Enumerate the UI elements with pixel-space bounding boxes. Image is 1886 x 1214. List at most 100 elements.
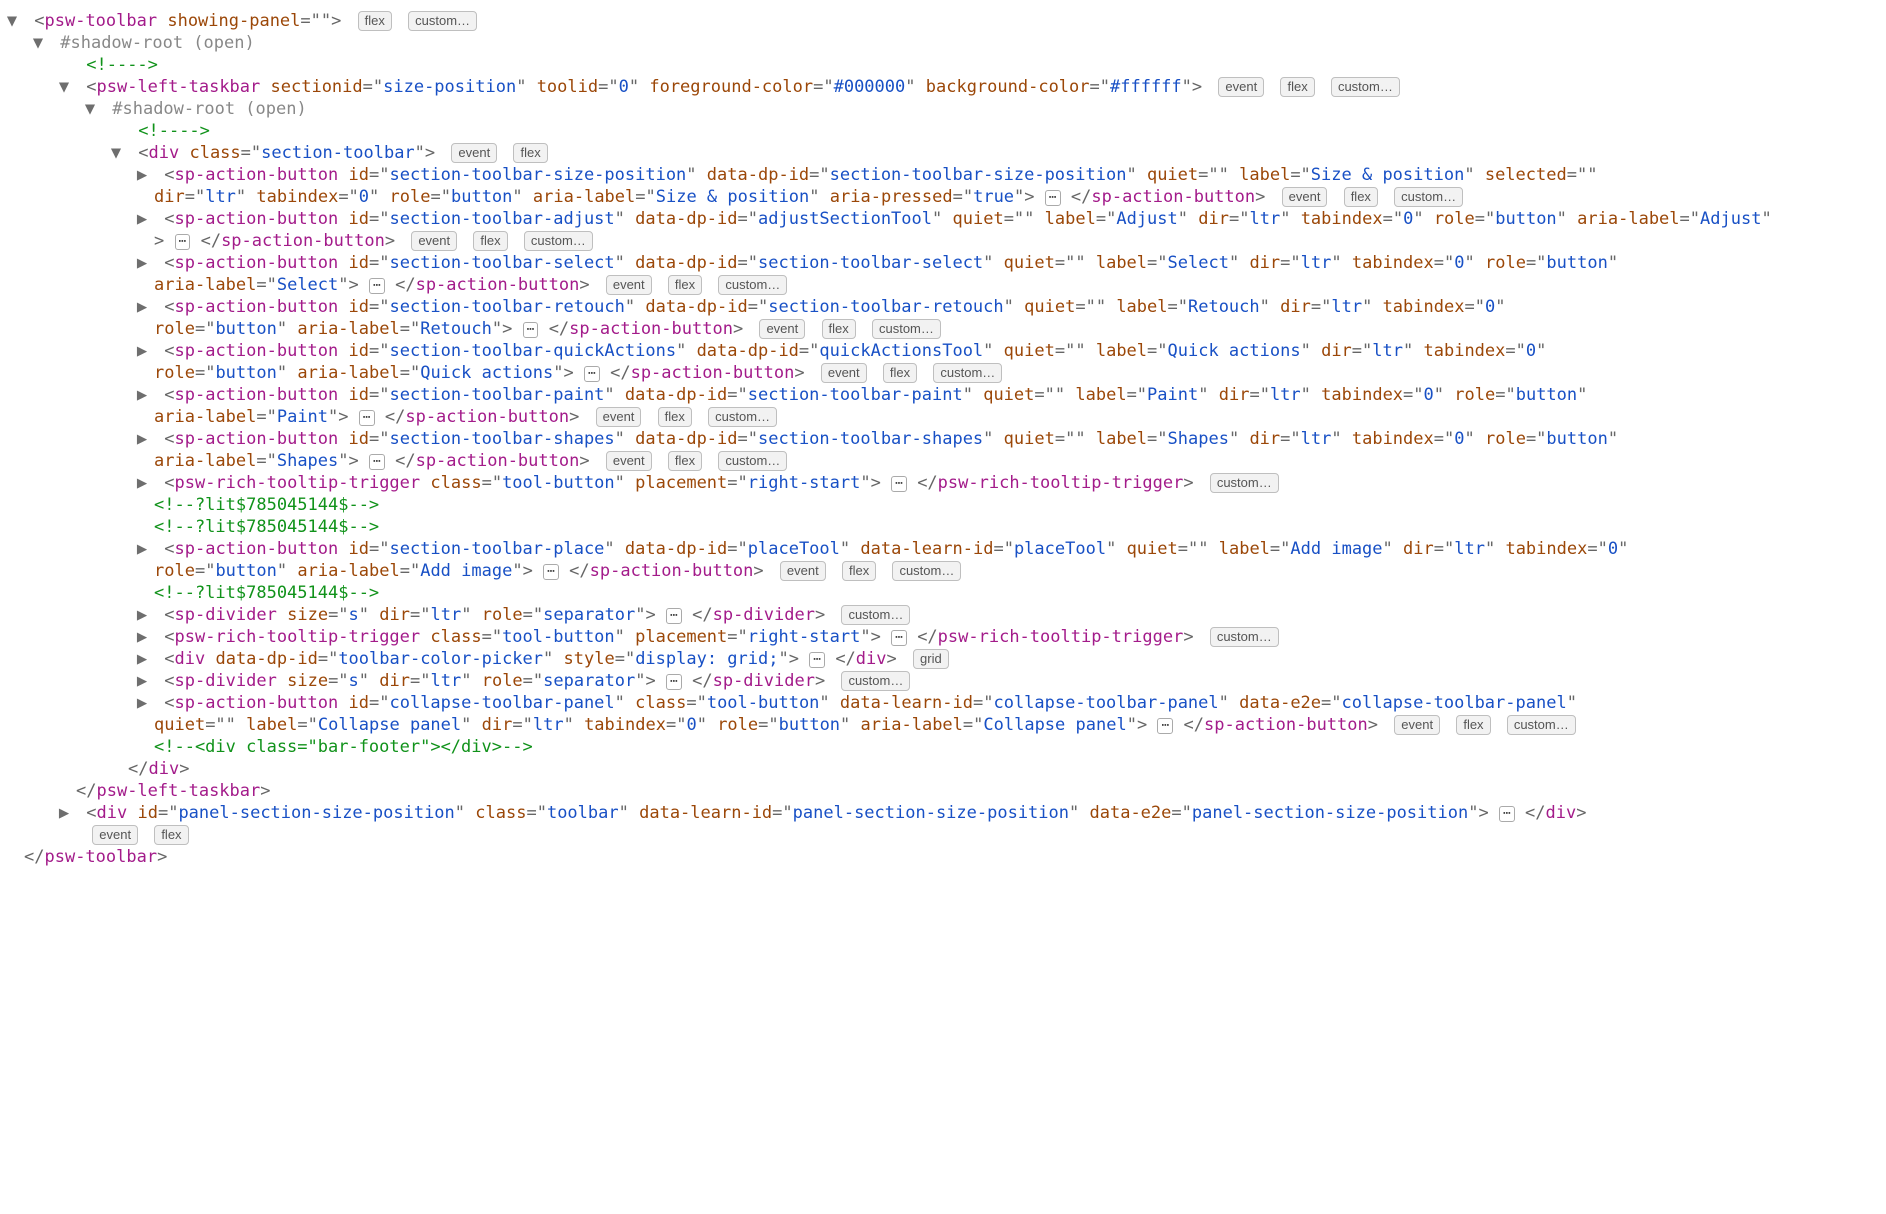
event-badge[interactable]: event bbox=[606, 451, 652, 471]
expand-icon[interactable]: ▼ bbox=[84, 98, 96, 120]
node-panel-section[interactable]: ▶ <div id="panel-section-size-position" … bbox=[6, 802, 1880, 824]
expand-icon[interactable]: ▼ bbox=[6, 10, 18, 32]
node-sp-action-button[interactable]: ▶ <sp-action-button id="section-toolbar-… bbox=[6, 538, 1880, 560]
event-badge[interactable]: event bbox=[606, 275, 652, 295]
event-badge[interactable]: event bbox=[1394, 715, 1440, 735]
expand-icon[interactable]: ▼ bbox=[110, 142, 122, 164]
flex-badge[interactable]: flex bbox=[658, 407, 692, 427]
node-section-toolbar[interactable]: ▼ <div class="section-toolbar"> event fl… bbox=[6, 142, 1880, 164]
ellipsis-button[interactable]: ⋯ bbox=[666, 608, 682, 624]
custom-badge[interactable]: custom… bbox=[933, 363, 1002, 383]
expand-icon[interactable]: ▶ bbox=[136, 648, 148, 670]
custom-badge[interactable]: custom… bbox=[1331, 77, 1400, 97]
flex-badge[interactable]: flex bbox=[473, 231, 507, 251]
event-badge[interactable]: event bbox=[1282, 187, 1328, 207]
custom-badge[interactable]: custom… bbox=[408, 11, 477, 31]
flex-badge[interactable]: flex bbox=[1456, 715, 1490, 735]
flex-badge[interactable]: flex bbox=[154, 825, 188, 845]
node-psw-toolbar[interactable]: ▼ <psw-toolbar showing-panel=""> flex cu… bbox=[6, 10, 1880, 32]
flex-badge[interactable]: flex bbox=[883, 363, 917, 383]
custom-badge[interactable]: custom… bbox=[718, 275, 787, 295]
expand-icon[interactable]: ▶ bbox=[136, 252, 148, 274]
ellipsis-button[interactable]: ⋯ bbox=[369, 278, 385, 294]
flex-badge[interactable]: flex bbox=[668, 451, 702, 471]
event-badge[interactable]: event bbox=[1218, 77, 1264, 97]
expand-icon[interactable]: ▶ bbox=[136, 208, 148, 230]
custom-badge[interactable]: custom… bbox=[1210, 473, 1279, 493]
shadow-root[interactable]: ▼ #shadow-root (open) bbox=[6, 98, 1880, 120]
close-tag: ▶</psw-toolbar> bbox=[6, 846, 1880, 868]
ellipsis-button[interactable]: ⋯ bbox=[891, 630, 907, 646]
shadow-root[interactable]: ▼ #shadow-root (open) bbox=[6, 32, 1880, 54]
custom-badge[interactable]: custom… bbox=[892, 561, 961, 581]
custom-badge[interactable]: custom… bbox=[1210, 627, 1279, 647]
ellipsis-button[interactable]: ⋯ bbox=[523, 322, 539, 338]
ellipsis-button[interactable]: ⋯ bbox=[809, 652, 825, 668]
flex-badge[interactable]: flex bbox=[842, 561, 876, 581]
ellipsis-button[interactable]: ⋯ bbox=[666, 674, 682, 690]
node-collapse-button[interactable]: ▶ <sp-action-button id="collapse-toolbar… bbox=[6, 692, 1880, 714]
event-badge[interactable]: event bbox=[821, 363, 867, 383]
event-badge[interactable]: event bbox=[411, 231, 457, 251]
node-tooltip-trigger[interactable]: ▶ <psw-rich-tooltip-trigger class="tool-… bbox=[6, 472, 1880, 494]
flex-badge[interactable]: flex bbox=[1344, 187, 1378, 207]
expand-icon[interactable]: ▶ bbox=[136, 428, 148, 450]
flex-badge[interactable]: flex bbox=[668, 275, 702, 295]
event-badge[interactable]: event bbox=[92, 825, 138, 845]
lit-comment: <!--?lit$785045144$--> bbox=[6, 516, 1880, 538]
dom-tree: ▼ <psw-toolbar showing-panel=""> flex cu… bbox=[0, 0, 1886, 908]
flex-badge[interactable]: flex bbox=[358, 11, 392, 31]
flex-badge[interactable]: flex bbox=[822, 319, 856, 339]
custom-badge[interactable]: custom… bbox=[718, 451, 787, 471]
node-sp-action-button[interactable]: ▶ <sp-action-button id="section-toolbar-… bbox=[6, 252, 1880, 274]
node-psw-left-taskbar[interactable]: ▼ <psw-left-taskbar sectionid="size-posi… bbox=[6, 76, 1880, 98]
node-color-picker[interactable]: ▶ <div data-dp-id="toolbar-color-picker"… bbox=[6, 648, 1880, 670]
expand-icon[interactable]: ▶ bbox=[136, 296, 148, 318]
event-badge[interactable]: event bbox=[451, 143, 497, 163]
node-tooltip-trigger[interactable]: ▶ <psw-rich-tooltip-trigger class="tool-… bbox=[6, 626, 1880, 648]
flex-badge[interactable]: flex bbox=[1280, 77, 1314, 97]
expand-icon[interactable]: ▶ bbox=[136, 384, 148, 406]
ellipsis-button[interactable]: ⋯ bbox=[891, 476, 907, 492]
expand-icon[interactable]: ▶ bbox=[136, 626, 148, 648]
event-badge[interactable]: event bbox=[596, 407, 642, 427]
ellipsis-button[interactable]: ⋯ bbox=[543, 564, 559, 580]
expand-icon[interactable]: ▶ bbox=[136, 472, 148, 494]
node-sp-divider[interactable]: ▶ <sp-divider size="s" dir="ltr" role="s… bbox=[6, 604, 1880, 626]
expand-icon[interactable]: ▼ bbox=[32, 32, 44, 54]
expand-icon[interactable]: ▶ bbox=[136, 538, 148, 560]
node-sp-divider[interactable]: ▶ <sp-divider size="s" dir="ltr" role="s… bbox=[6, 670, 1880, 692]
ellipsis-button[interactable]: ⋯ bbox=[359, 410, 375, 426]
flex-badge[interactable]: flex bbox=[513, 143, 547, 163]
expand-icon[interactable]: ▶ bbox=[136, 604, 148, 626]
custom-badge[interactable]: custom… bbox=[872, 319, 941, 339]
expand-icon[interactable]: ▶ bbox=[136, 340, 148, 362]
ellipsis-button[interactable]: ⋯ bbox=[1045, 190, 1061, 206]
custom-badge[interactable]: custom… bbox=[524, 231, 593, 251]
ellipsis-button[interactable]: ⋯ bbox=[1157, 718, 1173, 734]
ellipsis-button[interactable]: ⋯ bbox=[1499, 806, 1515, 822]
custom-badge[interactable]: custom… bbox=[841, 605, 910, 625]
node-sp-action-button[interactable]: ▶ <sp-action-button id="section-toolbar-… bbox=[6, 340, 1880, 362]
expand-icon[interactable]: ▶ bbox=[136, 670, 148, 692]
custom-badge[interactable]: custom… bbox=[841, 671, 910, 691]
expand-icon[interactable]: ▼ bbox=[58, 76, 70, 98]
expand-icon[interactable]: ▶ bbox=[58, 802, 70, 824]
event-badge[interactable]: event bbox=[759, 319, 805, 339]
grid-badge[interactable]: grid bbox=[913, 649, 949, 669]
ellipsis-button[interactable]: ⋯ bbox=[369, 454, 385, 470]
custom-badge[interactable]: custom… bbox=[708, 407, 777, 427]
expand-icon[interactable]: ▶ bbox=[136, 692, 148, 714]
event-badge[interactable]: event bbox=[780, 561, 826, 581]
ellipsis-button[interactable]: ⋯ bbox=[584, 366, 600, 382]
custom-badge[interactable]: custom… bbox=[1394, 187, 1463, 207]
node-sp-action-button[interactable]: ▶ <sp-action-button id="section-toolbar-… bbox=[6, 296, 1880, 318]
node-sp-action-button[interactable]: ▶ <sp-action-button id="section-toolbar-… bbox=[6, 208, 1880, 230]
custom-badge[interactable]: custom… bbox=[1507, 715, 1576, 735]
node-sp-action-button[interactable]: ▶ <sp-action-button id="section-toolbar-… bbox=[6, 428, 1880, 450]
expand-icon[interactable]: ▶ bbox=[136, 164, 148, 186]
ellipsis-button[interactable]: ⋯ bbox=[175, 234, 191, 250]
shadow-root-label: #shadow-root (open) bbox=[60, 33, 254, 53]
node-sp-action-button[interactable]: ▶ <sp-action-button id="section-toolbar-… bbox=[6, 164, 1880, 186]
node-sp-action-button[interactable]: ▶ <sp-action-button id="section-toolbar-… bbox=[6, 384, 1880, 406]
